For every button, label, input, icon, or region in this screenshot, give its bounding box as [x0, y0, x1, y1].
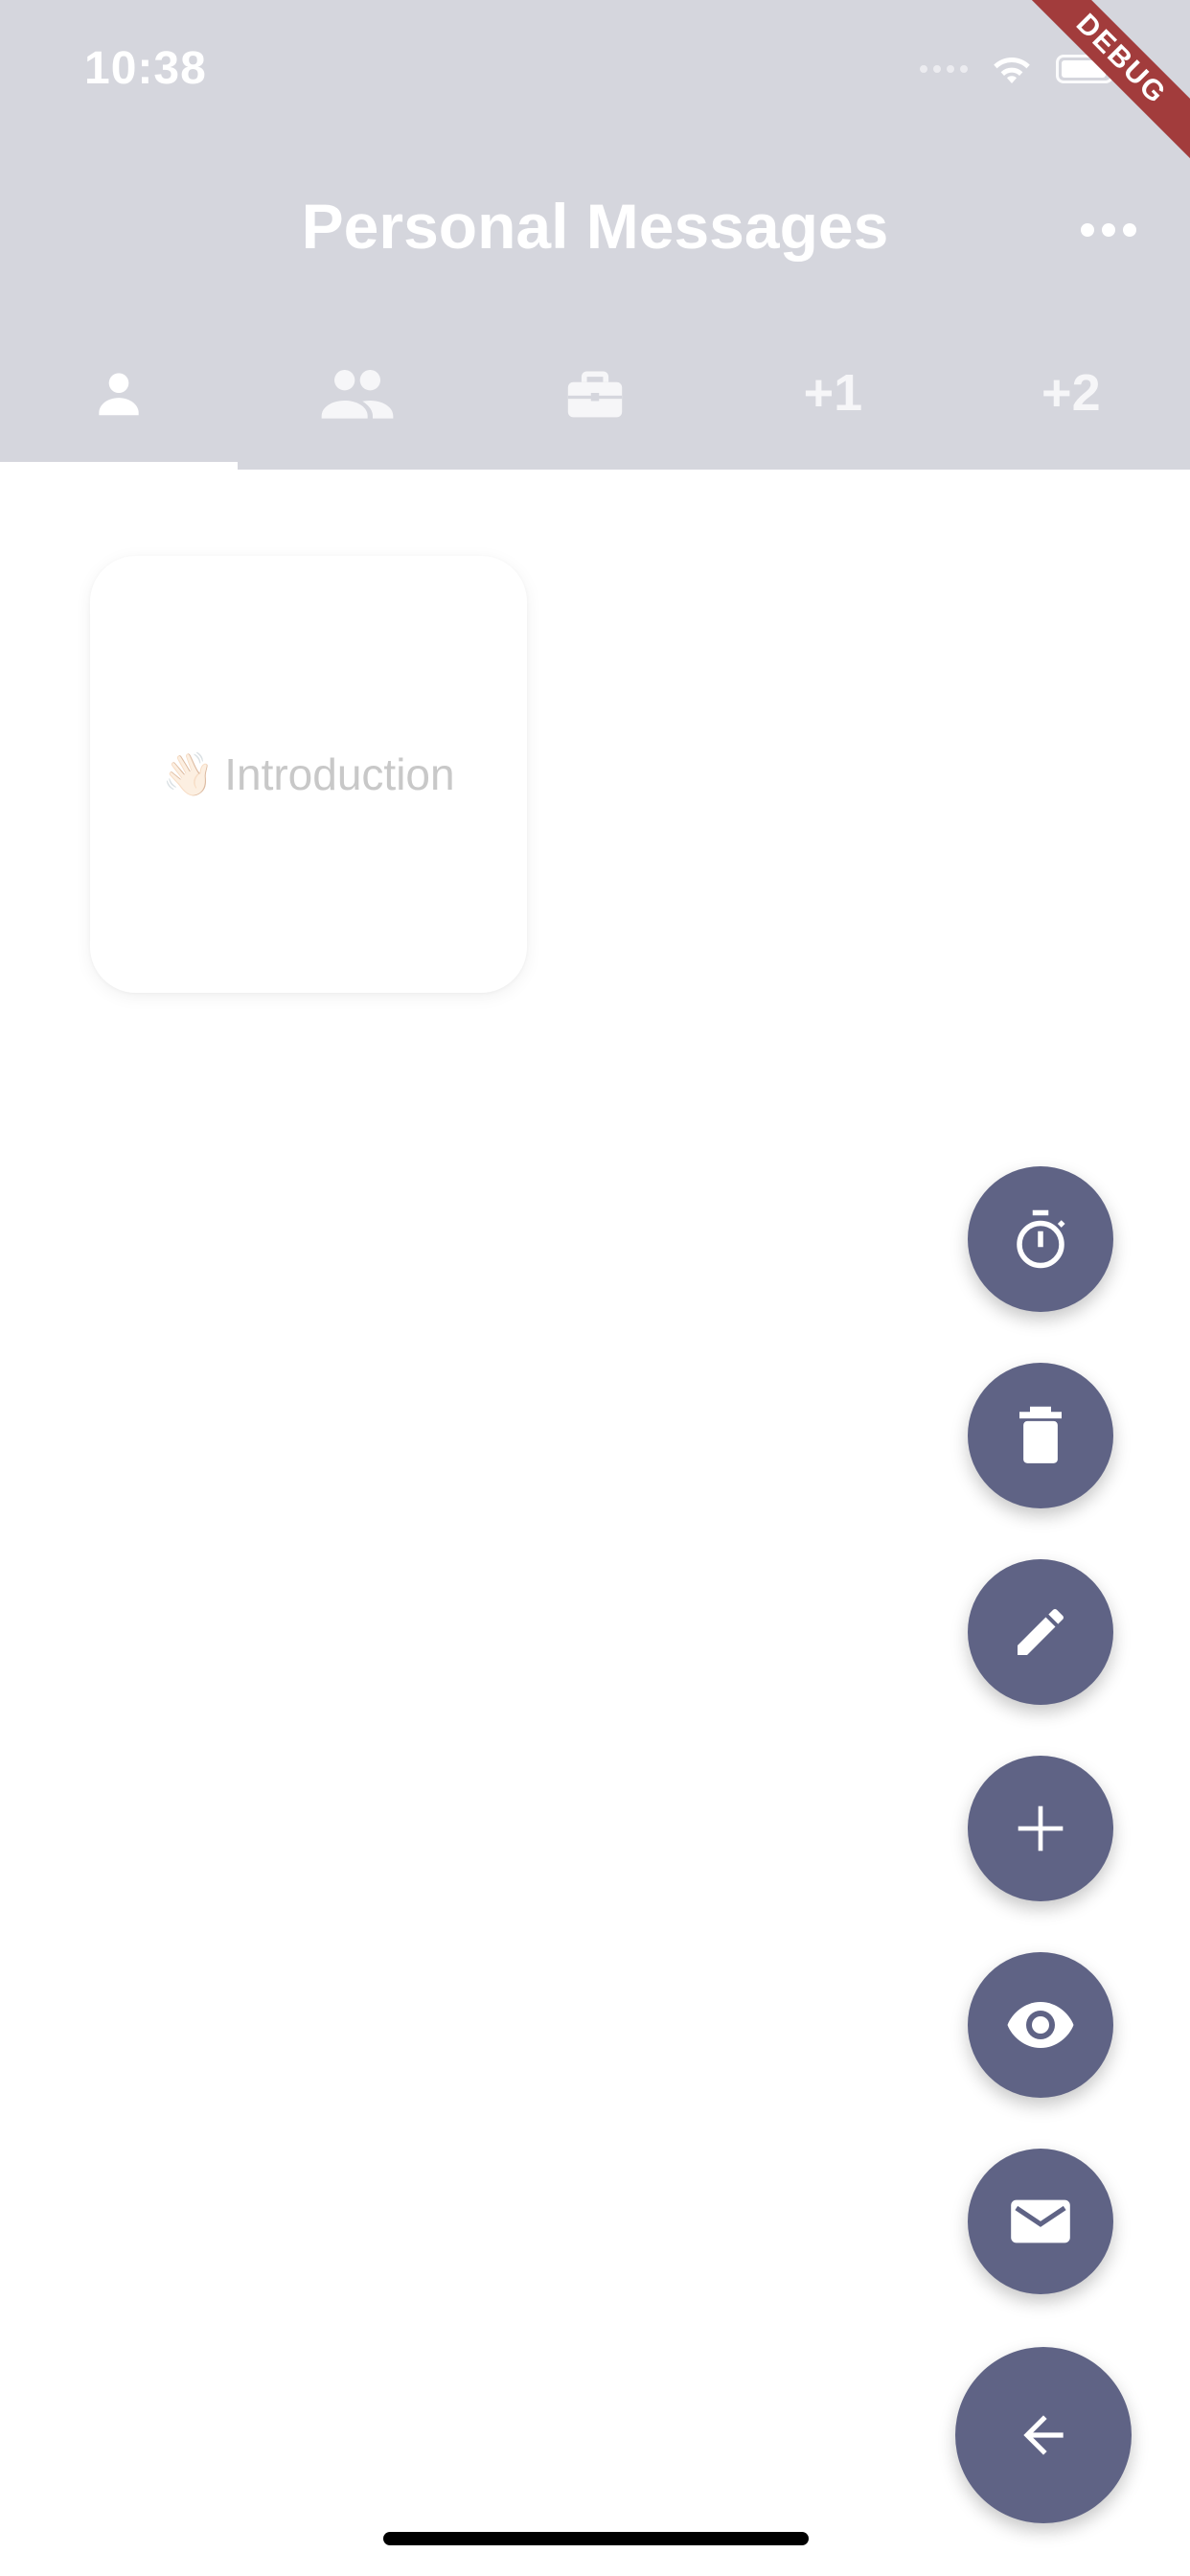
wifi-icon	[994, 57, 1030, 83]
tab-bar: +1 +2	[0, 316, 1190, 470]
add-button[interactable]	[968, 1756, 1113, 1901]
more-options-button[interactable]	[1065, 192, 1152, 268]
add-icon	[1018, 1806, 1064, 1852]
app-header: 10:38 Personal Messages +1 +2	[0, 0, 1190, 470]
tab-work[interactable]	[476, 316, 714, 470]
briefcase-icon	[567, 371, 623, 418]
tab-personal[interactable]	[0, 316, 238, 470]
more-horizontal-icon	[1081, 223, 1094, 237]
status-icons	[920, 50, 1119, 88]
card-label: 👋🏻 Introduction	[162, 748, 454, 800]
eye-icon	[1007, 2002, 1074, 2048]
people-icon	[321, 370, 393, 419]
preview-button[interactable]	[968, 1952, 1113, 2098]
timer-button[interactable]	[968, 1166, 1113, 1312]
timer-icon	[1017, 1209, 1065, 1269]
mail-button[interactable]	[968, 2149, 1113, 2294]
arrow-back-icon	[1023, 2415, 1064, 2455]
page-title: Personal Messages	[301, 191, 889, 262]
status-time: 10:38	[84, 43, 207, 94]
message-card[interactable]: 👋🏻 Introduction	[90, 556, 527, 993]
card-title: Introduction	[224, 749, 455, 799]
cellular-signal-icon	[920, 65, 968, 73]
home-indicator	[383, 2532, 809, 2545]
mail-icon	[1011, 2199, 1070, 2243]
back-button[interactable]	[955, 2347, 1132, 2523]
tab-plus-one[interactable]: +1	[714, 316, 951, 470]
delete-icon	[1019, 1406, 1062, 1463]
tab-indicator	[0, 462, 238, 470]
delete-button[interactable]	[968, 1363, 1113, 1508]
person-icon	[99, 373, 139, 416]
waving-hand-icon: 👋🏻	[162, 751, 216, 798]
edit-button[interactable]	[968, 1559, 1113, 1705]
edit-icon	[1018, 1608, 1064, 1655]
tab-group[interactable]	[238, 316, 475, 470]
tab-plus-two[interactable]: +2	[952, 316, 1190, 470]
